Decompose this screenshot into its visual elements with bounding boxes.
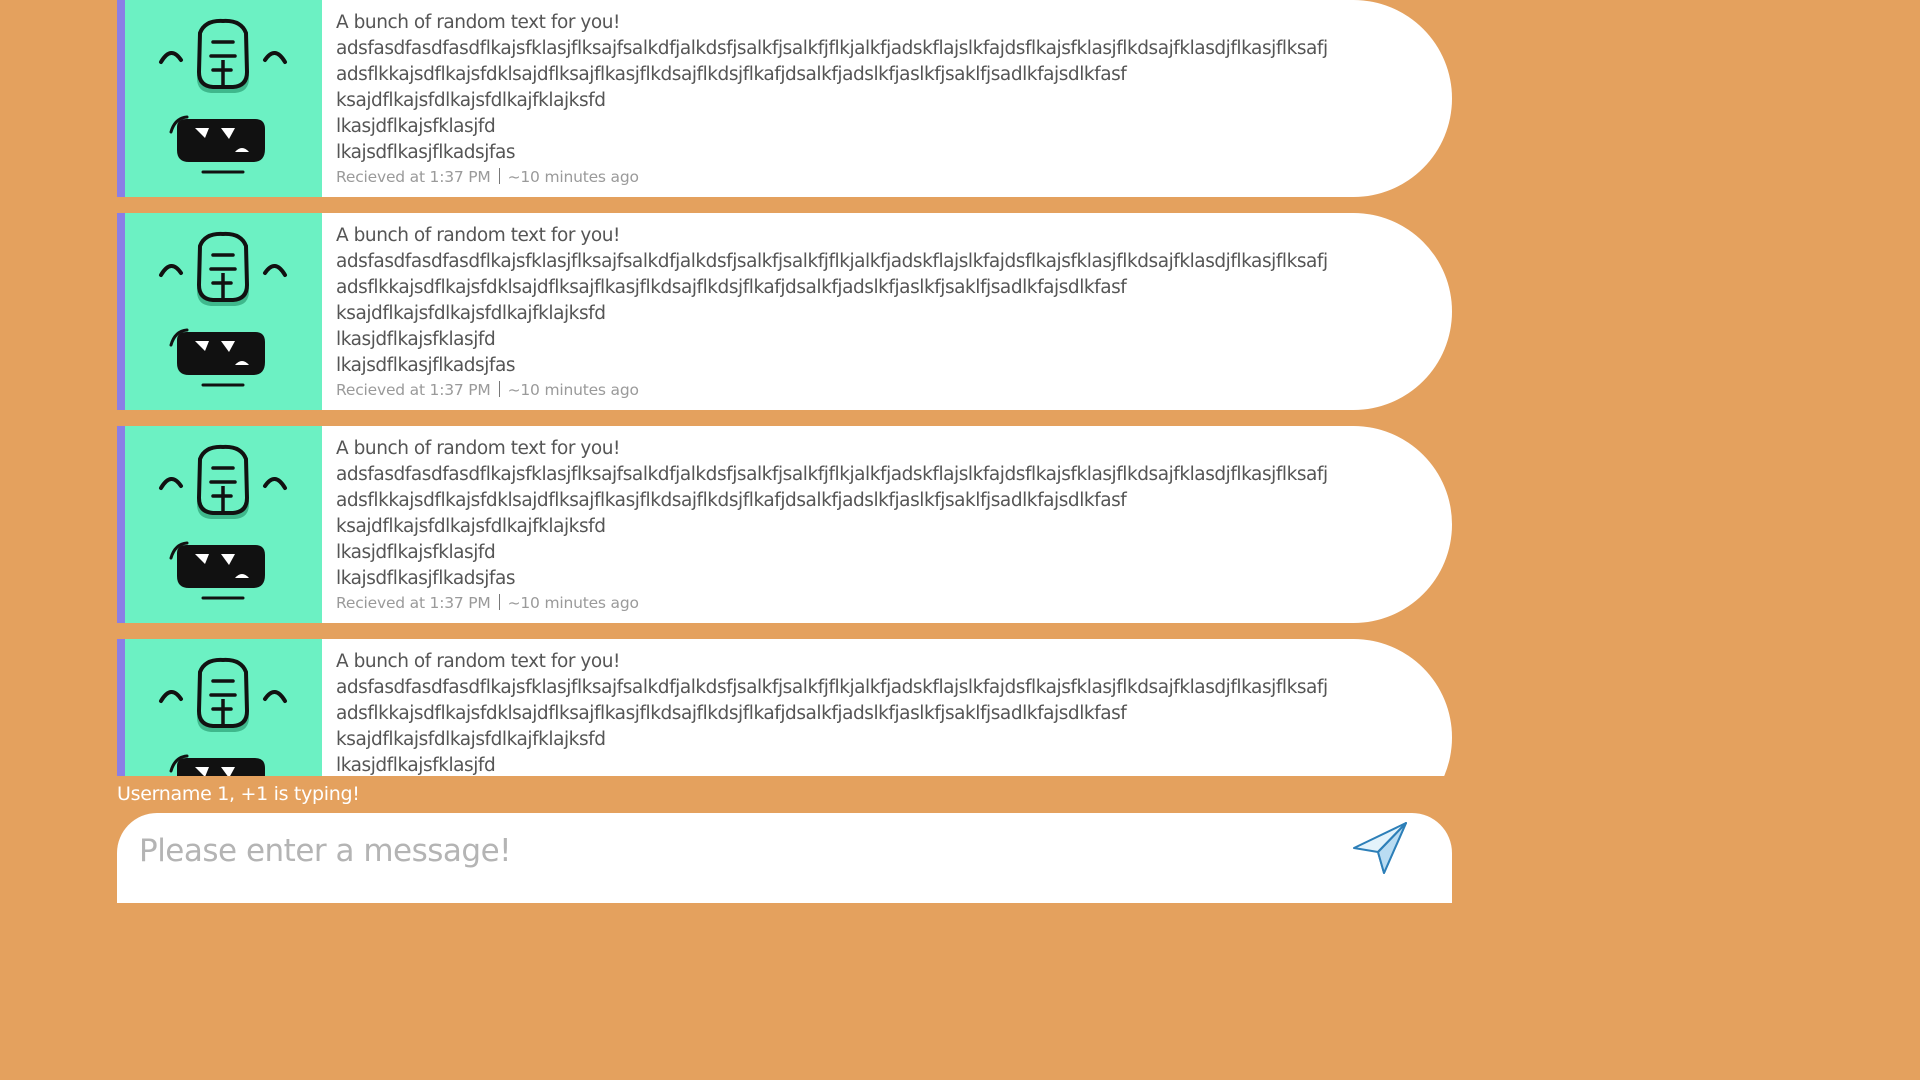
message-line: adsflkkajsdflkajsfdklsajdflksajflkasjflk…: [336, 703, 1127, 724]
message-line: ksajdflkajsfdlkajsfdlkajfklajksfd: [336, 303, 606, 324]
monster-face-icon: [159, 657, 287, 776]
message-line: lkasjdflkajsfklasjfd: [336, 542, 496, 563]
message-accent-bar: [117, 0, 125, 197]
typing-indicator: Username 1, +1 is typing!: [117, 783, 360, 805]
message-body: A bunch of random text for you! adsfasdfa…: [336, 223, 1332, 401]
message-card: A bunch of random text for you! adsfasdfa…: [117, 426, 1452, 623]
message-line: lkasjdflkajsfklasjfd: [336, 116, 496, 137]
received-time: Recieved at 1:37 PM: [336, 381, 491, 399]
message-title: A bunch of random text for you!: [336, 438, 621, 459]
message-line: adsflkkajsdflkajsfdklsajdflksajflkasjflk…: [336, 277, 1127, 298]
message-title: A bunch of random text for you!: [336, 651, 621, 672]
message-list[interactable]: A bunch of random text for you! adsfasdfa…: [117, 0, 1452, 776]
chat-app: A bunch of random text for you! adsfasdfa…: [0, 0, 1568, 903]
avatar: [125, 213, 322, 410]
message-meta: Recieved at 1:37 PM ~10 minutes ago: [336, 166, 1332, 188]
received-time: Recieved at 1:37 PM: [336, 168, 491, 186]
message-body: A bunch of random text for you! adsfasdfa…: [336, 10, 1332, 188]
avatar: [125, 639, 322, 776]
paper-plane-icon: [1353, 822, 1407, 874]
send-button[interactable]: [1351, 819, 1411, 879]
avatar: [125, 426, 322, 623]
relative-time: ~10 minutes ago: [507, 168, 639, 186]
message-accent-bar: [117, 639, 125, 776]
message-accent-bar: [117, 213, 125, 410]
message-line: adsflkkajsdflkajsfdklsajdflksajflkasjflk…: [336, 490, 1127, 511]
message-line: ksajdflkajsfdlkajsfdlkajfklajksfd: [336, 516, 606, 537]
message-card: A bunch of random text for you! adsfasdfa…: [117, 213, 1452, 410]
message-title: A bunch of random text for you!: [336, 12, 621, 33]
message-composer: [117, 813, 1452, 903]
message-line: ksajdflkajsfdlkajsfdlkajfklajksfd: [336, 729, 606, 750]
message-line: adsflkkajsdflkajsfdklsajdflksajflkasjflk…: [336, 64, 1127, 85]
message-input[interactable]: [137, 827, 1321, 875]
message-line: lkajsdflkasjflkadsjfas: [336, 142, 516, 163]
message-body: A bunch of random text for you! adsfasdfa…: [336, 436, 1332, 614]
meta-divider: [498, 381, 500, 397]
relative-time: ~10 minutes ago: [507, 381, 639, 399]
message-accent-bar: [117, 426, 125, 623]
message-line: lkajsdflkasjflkadsjfas: [336, 355, 516, 376]
relative-time: ~10 minutes ago: [507, 594, 639, 612]
message-body: A bunch of random text for you! adsfasdfa…: [336, 649, 1332, 776]
message-card: A bunch of random text for you! adsfasdfa…: [117, 0, 1452, 197]
message-title: A bunch of random text for you!: [336, 225, 621, 246]
message-line: lkajsdflkasjflkadsjfas: [336, 568, 516, 589]
message-meta: Recieved at 1:37 PM ~10 minutes ago: [336, 379, 1332, 401]
message-line: adsfasdfasdfasdflkajsfklasjflksajfsalkdf…: [336, 464, 1328, 485]
message-meta: Recieved at 1:37 PM ~10 minutes ago: [336, 592, 1332, 614]
message-line: ksajdflkajsfdlkajsfdlkajfklajksfd: [336, 90, 606, 111]
meta-divider: [498, 594, 500, 610]
received-time: Recieved at 1:37 PM: [336, 594, 491, 612]
monster-face-icon: [159, 18, 287, 174]
monster-face-icon: [159, 444, 287, 600]
message-line: lkasjdflkajsfklasjfd: [336, 329, 496, 350]
monster-face-icon: [159, 231, 287, 387]
meta-divider: [498, 168, 500, 184]
message-line: adsfasdfasdfasdflkajsfklasjflksajfsalkdf…: [336, 251, 1328, 272]
message-line: adsfasdfasdfasdflkajsfklasjflksajfsalkdf…: [336, 677, 1328, 698]
message-line: adsfasdfasdfasdflkajsfklasjflksajfsalkdf…: [336, 38, 1328, 59]
message-line: lkasjdflkajsfklasjfd: [336, 755, 496, 776]
avatar: [125, 0, 322, 197]
message-card: A bunch of random text for you! adsfasdfa…: [117, 639, 1452, 776]
